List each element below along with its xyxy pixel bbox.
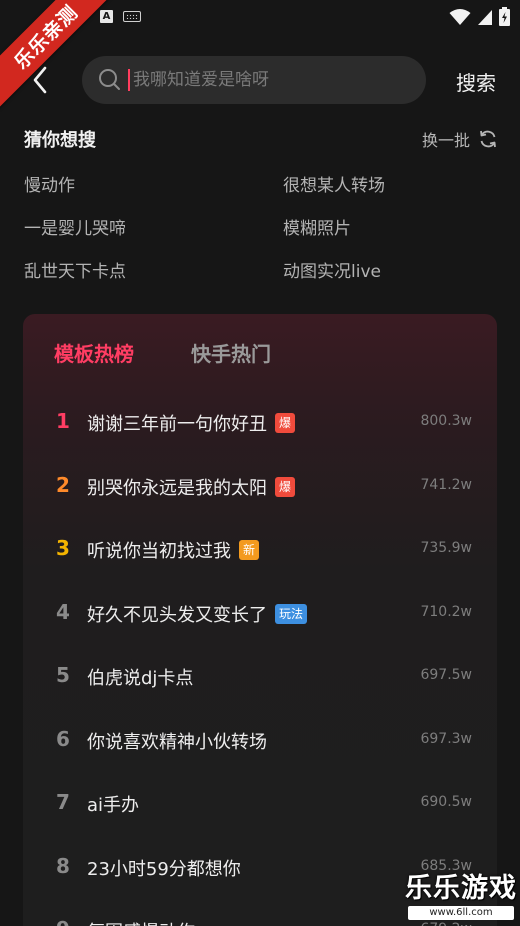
rank-title-wrap: 好久不见头发又变长了 玩法 bbox=[87, 601, 308, 627]
rank-number: 4 bbox=[56, 599, 70, 624]
rank-badge: 玩法 bbox=[275, 603, 308, 624]
hot-list-row[interactable]: 2 别哭你永远是我的太阳爆 741.2w bbox=[23, 465, 497, 505]
battery-icon bbox=[499, 7, 510, 26]
hot-list-row[interactable]: 4 好久不见头发又变长了 玩法 710.2w bbox=[23, 592, 497, 632]
status-right-icons bbox=[449, 7, 510, 26]
rank-badge: 爆 bbox=[275, 476, 296, 497]
guess-item[interactable]: 乱世天下卡点 bbox=[24, 257, 126, 282]
hot-list-panel: 模板热榜 快手热门 1 谢谢三年前一句你好丑爆 800.3w 2 别哭你永远是我的太阳爆… bbox=[23, 314, 497, 926]
rank-badge: 爆 bbox=[275, 413, 296, 433]
rank-title: 你说喜欢精神小伙转场 bbox=[87, 731, 267, 753]
rank-badge: 新 bbox=[239, 540, 260, 560]
rank-title: 氛围感慢动作 bbox=[87, 918, 195, 926]
search-box[interactable] bbox=[82, 56, 426, 104]
refresh-button[interactable]: 换一批 bbox=[422, 127, 498, 151]
rank-title-wrap: 你说喜欢精神小伙转场 bbox=[87, 728, 267, 754]
hot-list-row[interactable]: 5 伯虎说dj卡点 697.5w bbox=[23, 655, 497, 695]
search-icon bbox=[99, 69, 120, 90]
guess-item[interactable]: 一是婴儿哭啼 bbox=[24, 214, 126, 239]
tab-template-hot-list[interactable]: 模板热榜 bbox=[54, 338, 134, 367]
watermark-logo-url: www.6ll.com bbox=[408, 906, 514, 920]
rank-title-wrap: ai手办 bbox=[87, 791, 139, 817]
app-screen: A 乐乐亲测 我哪知道爱是啥呀 搜索 猜你想搜 换一批 慢动作 很想某人转场 一… bbox=[0, 0, 520, 926]
hot-list-row[interactable]: 6 你说喜欢精神小伙转场 697.3w bbox=[23, 719, 497, 759]
rank-title: 23小时59分都想你 bbox=[87, 858, 241, 880]
rank-count: 690.5w bbox=[420, 794, 472, 810]
guess-section-title: 猜你想搜 bbox=[24, 130, 96, 151]
hot-list-row[interactable]: 3 听说你当初找过我新 735.9w bbox=[23, 528, 497, 568]
guess-item[interactable]: 慢动作 bbox=[24, 171, 75, 196]
rank-count: 735.9w bbox=[420, 540, 472, 556]
refresh-label: 换一批 bbox=[421, 131, 470, 150]
watermark-logo: 乐乐游戏 www.6ll.com bbox=[402, 872, 520, 926]
rank-title: 别哭你永远是我的太阳 bbox=[87, 477, 267, 499]
guess-item[interactable]: 很想某人转场 bbox=[283, 171, 385, 196]
rank-title: 听说你当初找过我 bbox=[87, 541, 231, 562]
rank-number: 8 bbox=[56, 853, 70, 878]
watermark-logo-text: 乐乐游戏 bbox=[405, 873, 517, 904]
rank-number: 2 bbox=[56, 472, 70, 497]
rank-number: 9 bbox=[56, 917, 76, 926]
rank-number: 7 bbox=[56, 790, 70, 814]
rank-count: 800.3w bbox=[420, 413, 472, 429]
rank-title-wrap: 谢谢三年前一句你好丑爆 bbox=[87, 410, 296, 436]
rank-number: 5 bbox=[56, 663, 70, 687]
rank-count: 710.2w bbox=[420, 603, 472, 620]
rank-number: 6 bbox=[56, 726, 70, 751]
a-notification-icon: A bbox=[100, 10, 113, 23]
refresh-icon bbox=[480, 130, 496, 148]
rank-title: 伯虎说dj卡点 bbox=[87, 668, 194, 689]
search-button[interactable]: 搜索 bbox=[446, 64, 506, 98]
hot-list-row[interactable]: 7 ai手办 690.5w bbox=[23, 782, 497, 822]
rank-title-wrap: 别哭你永远是我的太阳爆 bbox=[87, 474, 296, 500]
text-caret bbox=[128, 69, 130, 91]
guess-item[interactable]: 动图实况live bbox=[283, 257, 381, 282]
wifi-icon bbox=[449, 8, 471, 25]
rank-title: ai手办 bbox=[87, 795, 140, 816]
rank-title-wrap: 伯虎说dj卡点 bbox=[87, 664, 193, 690]
status-left-icons: A bbox=[100, 10, 141, 23]
guess-item[interactable]: 模糊照片 bbox=[283, 214, 351, 239]
tab-kuaishou-trending[interactable]: 快手热门 bbox=[191, 338, 271, 367]
rank-number: 3 bbox=[56, 536, 70, 560]
rank-count: 697.3w bbox=[420, 730, 472, 747]
rank-count: 697.5w bbox=[420, 667, 472, 683]
keyboard-icon bbox=[123, 11, 141, 22]
rank-number: 1 bbox=[56, 409, 70, 433]
rank-title: 好久不见头发又变长了 bbox=[87, 604, 267, 626]
signal-icon bbox=[478, 9, 492, 25]
rank-title-wrap: 听说你当初找过我新 bbox=[87, 537, 260, 563]
rank-title-wrap: 23小时59分都想你 bbox=[87, 855, 241, 881]
rank-count: 741.2w bbox=[420, 476, 472, 493]
search-input[interactable] bbox=[131, 69, 385, 91]
rank-title: 谢谢三年前一句你好丑 bbox=[87, 414, 267, 435]
hot-list-row[interactable]: 1 谢谢三年前一句你好丑爆 800.3w bbox=[23, 401, 497, 441]
rank-title-wrap: 氛围感慢动作 bbox=[87, 918, 195, 926]
